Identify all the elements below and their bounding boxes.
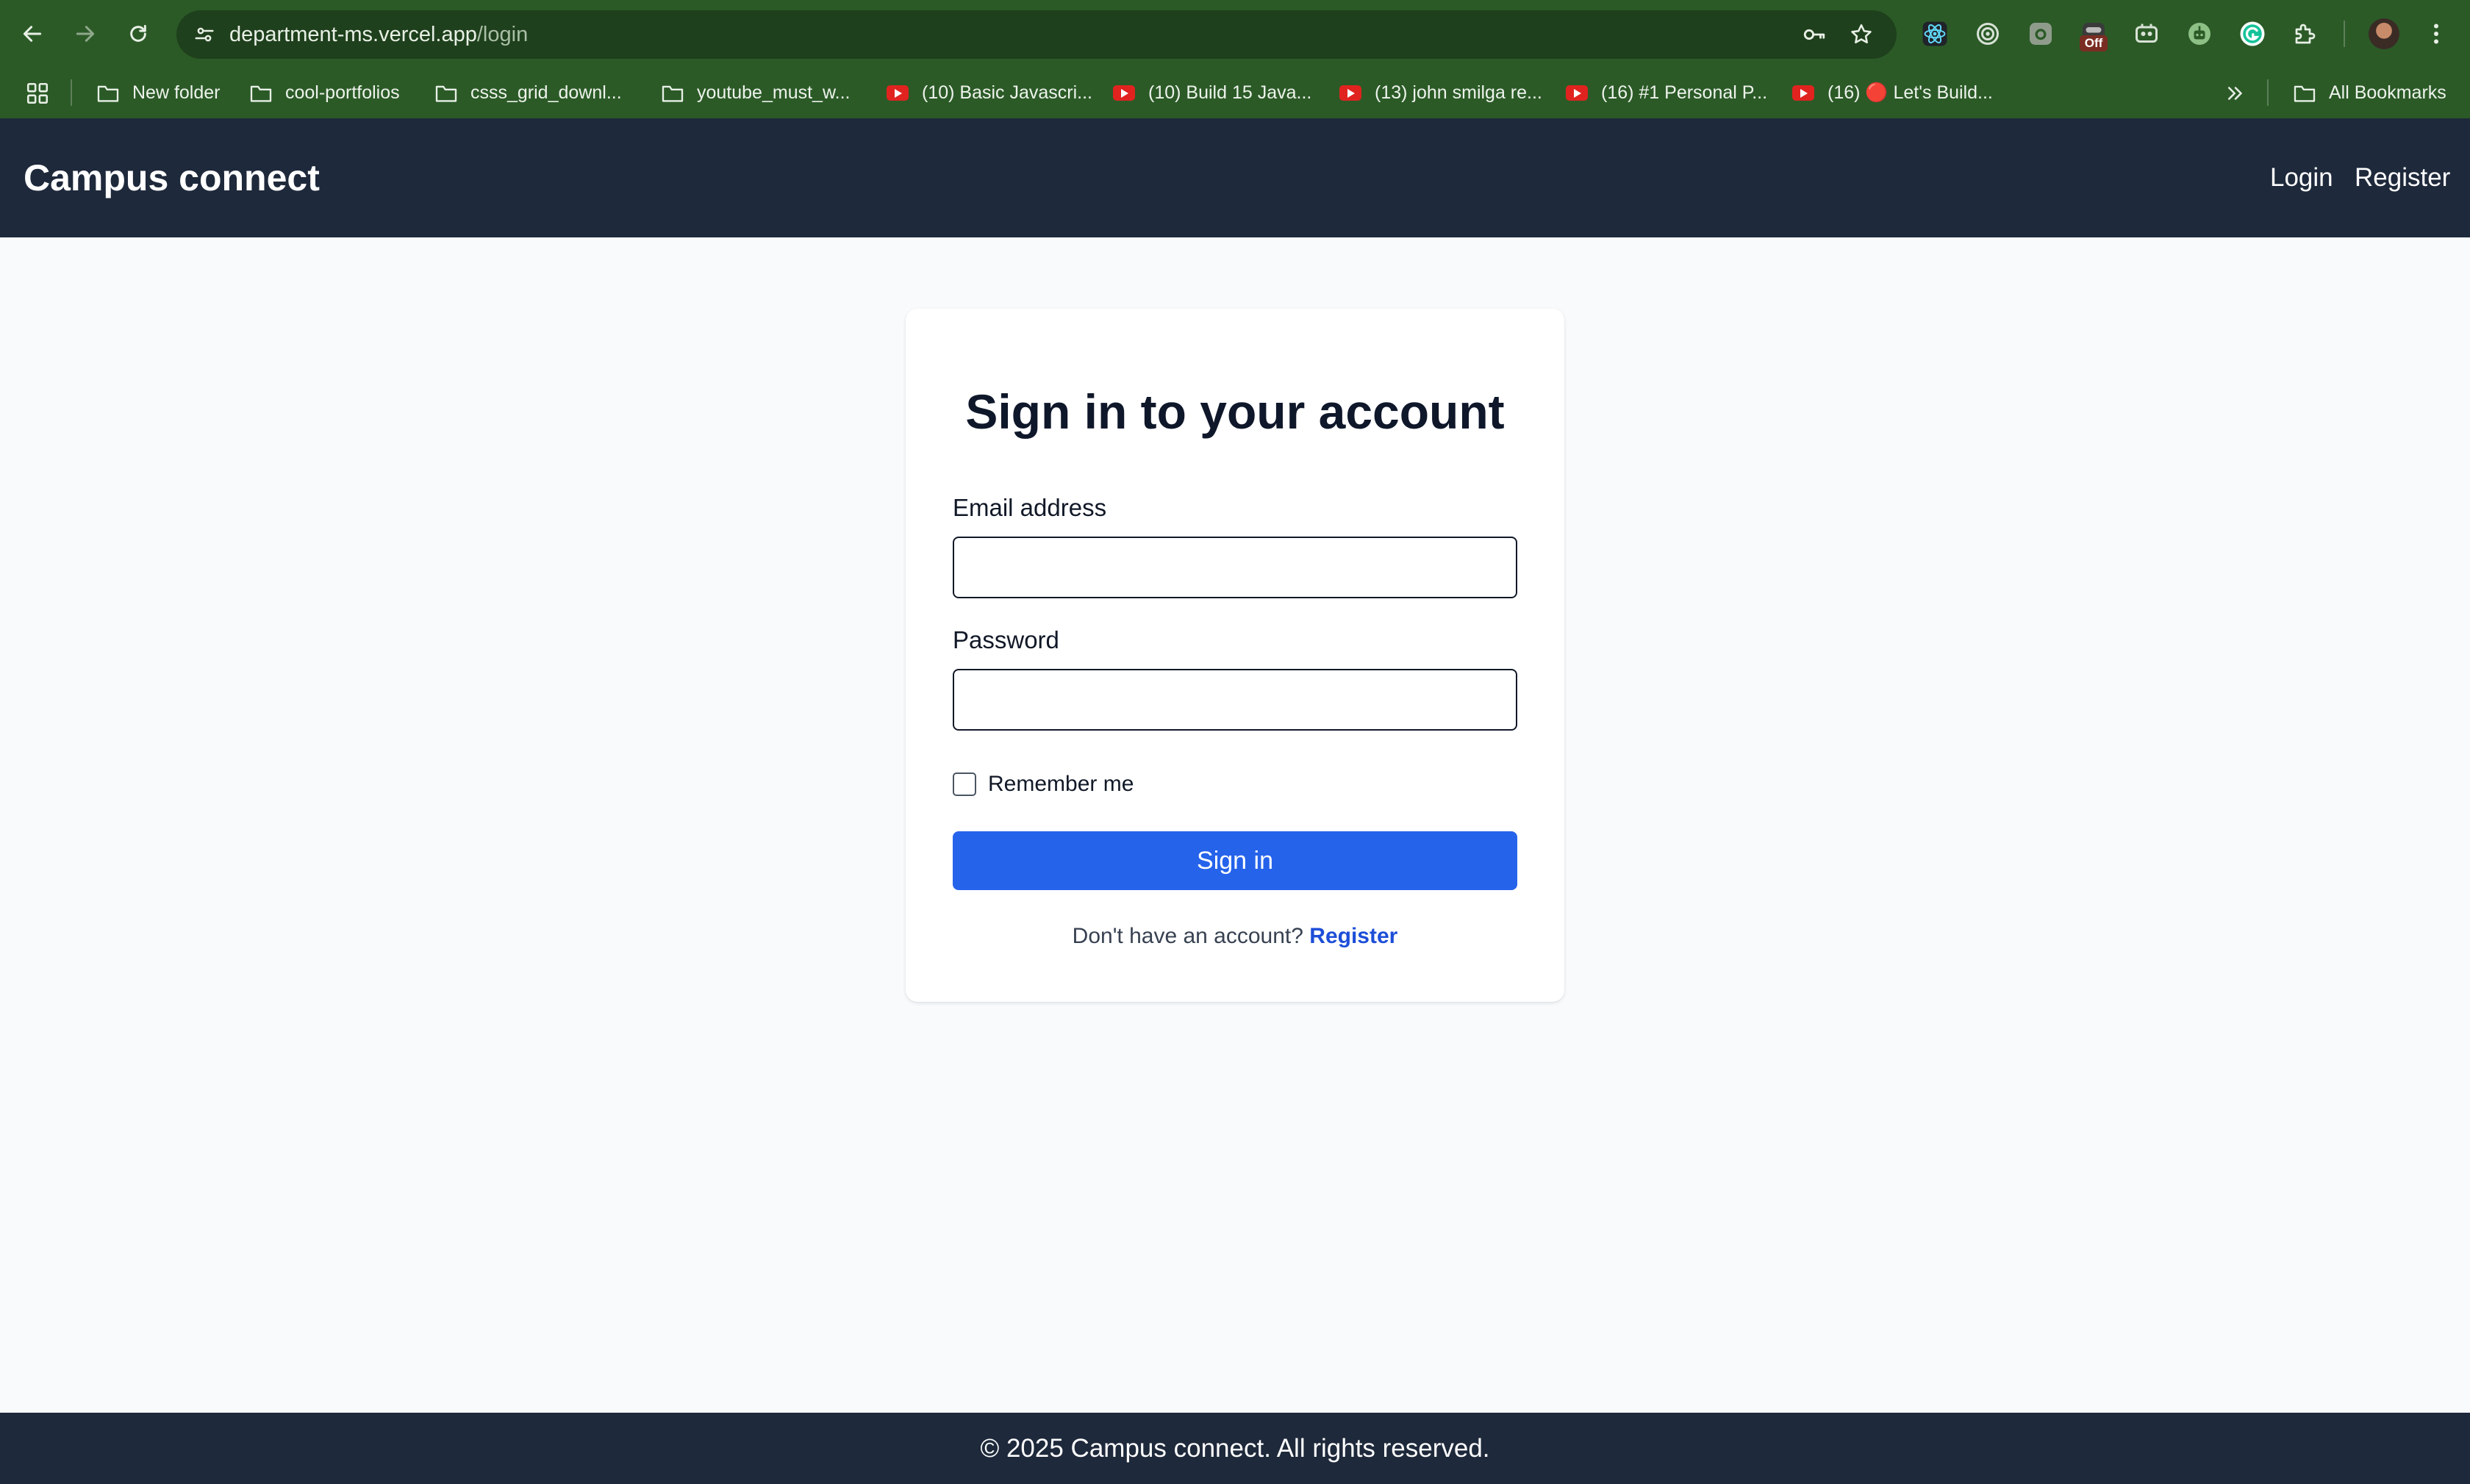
folder-icon [248,83,273,104]
bookmark-label: New folder [132,82,221,103]
reload-button[interactable] [121,16,156,51]
remember-me-label[interactable]: Remember me [988,772,1134,797]
apps-grid-icon[interactable] [25,68,50,118]
url-path: /login [476,23,529,46]
youtube-icon [1564,83,1589,104]
bookmark-item[interactable]: youtube_must_w... [660,68,850,118]
youtube-icon [1338,83,1363,104]
email-field[interactable] [953,537,1517,598]
target-extension-icon[interactable] [1973,19,2002,49]
app-footer: © 2025 Campus connect. All rights reserv… [0,1413,2470,1484]
bookmark-label: (13) john smilga re... [1375,82,1542,103]
bookmark-label: (16) #1 Personal P... [1601,82,1768,103]
url-text[interactable]: department-ms.vercel.app/login [229,10,528,59]
password-field[interactable] [953,669,1517,731]
folder-icon [2292,83,2317,104]
bookmark-label: (10) Build 15 Java... [1148,82,1312,103]
youtube-icon [1791,83,1816,104]
extensions-puzzle-icon[interactable] [2291,19,2320,49]
arrow-left-icon [23,26,42,42]
bookmark-label: cool-portfolios [285,82,400,103]
brand-logo[interactable]: Campus connect [24,118,320,237]
bookmark-item[interactable]: (16) 🔴 Let's Build... [1791,68,1993,118]
reload-icon [130,24,146,42]
bookmark-item[interactable]: (16) #1 Personal P... [1564,68,1767,118]
bookmark-item[interactable]: New folder [96,68,221,118]
nav-register-link[interactable]: Register [2355,118,2450,237]
extension-badge: Off [2080,35,2108,51]
page-title: Sign in to your account [965,384,1505,439]
bookmark-item[interactable]: (13) john smilga re... [1338,68,1542,118]
chevron-double-right-icon [2228,86,2242,100]
profile-avatar[interactable] [2369,18,2399,49]
bookmark-label: (16) 🔴 Let's Build... [1828,82,1993,103]
bookmark-item[interactable]: csss_grid_downl... [434,68,622,118]
nav-login-link[interactable]: Login [2270,118,2333,237]
copyright-text: © 2025 Campus connect. All rights reserv… [980,1434,1490,1463]
bookmark-label: (10) Basic Javascri... [922,82,1093,103]
bookmark-label: youtube_must_w... [697,82,851,103]
youtube-icon [885,83,910,104]
sign-in-button[interactable]: Sign in [953,831,1517,890]
all-bookmarks-label: All Bookmarks [2329,82,2446,103]
all-bookmarks-button[interactable]: All Bookmarks [2292,68,2446,118]
remember-me-row[interactable]: Remember me [953,770,1134,799]
app-header: Campus connect Login Register [0,118,2470,237]
login-card: Sign in to your account Email address Pa… [906,309,1564,1002]
bookmarks-overflow-button[interactable] [2224,68,2247,118]
password-key-icon[interactable] [1800,20,1829,49]
toggle-extension-icon[interactable]: Off [2079,19,2108,51]
bookmarks-bar: New folder cool-portfolios csss_grid_dow… [0,68,2470,118]
browser-chrome: department-ms.vercel.app/login Off New f… [0,0,2470,118]
bookmark-star-icon[interactable] [1847,20,1876,49]
forward-button[interactable] [68,16,103,51]
ai-assistant-extension-icon[interactable] [2185,19,2214,49]
back-button[interactable] [15,16,50,51]
remember-me-checkbox[interactable] [953,773,976,796]
url-host: department-ms.vercel.app [229,23,477,46]
bookmarks-separator [71,79,72,106]
register-link[interactable]: Register [1309,924,1397,948]
folder-icon [96,83,121,104]
register-prompt: Don't have an account? Register [906,924,1564,949]
arrow-right-icon [76,26,95,42]
bookmarks-separator [2267,79,2269,106]
no-account-text: Don't have an account? [1072,924,1303,948]
password-label: Password [953,626,1059,653]
email-label: Email address [953,494,1107,521]
address-bar[interactable]: department-ms.vercel.app/login [176,10,1897,59]
camera-extension-icon[interactable] [2026,19,2055,49]
bookmark-label: csss_grid_downl... [470,82,622,103]
robot-extension-icon[interactable] [2132,19,2161,49]
bookmark-item[interactable]: (10) Basic Javascri... [885,68,1092,118]
folder-icon [434,83,459,104]
bookmark-item[interactable]: cool-portfolios [248,68,400,118]
grammarly-icon[interactable] [2238,19,2267,49]
bookmark-item[interactable]: (10) Build 15 Java... [1112,68,1311,118]
react-devtools-icon[interactable] [1920,19,1950,49]
browser-toolbar: department-ms.vercel.app/login Off [0,0,2470,68]
youtube-icon [1112,83,1136,104]
site-settings-icon[interactable] [190,20,219,49]
folder-icon [660,83,685,104]
toolbar-separator [2344,21,2345,47]
more-menu-icon[interactable] [2421,19,2451,49]
